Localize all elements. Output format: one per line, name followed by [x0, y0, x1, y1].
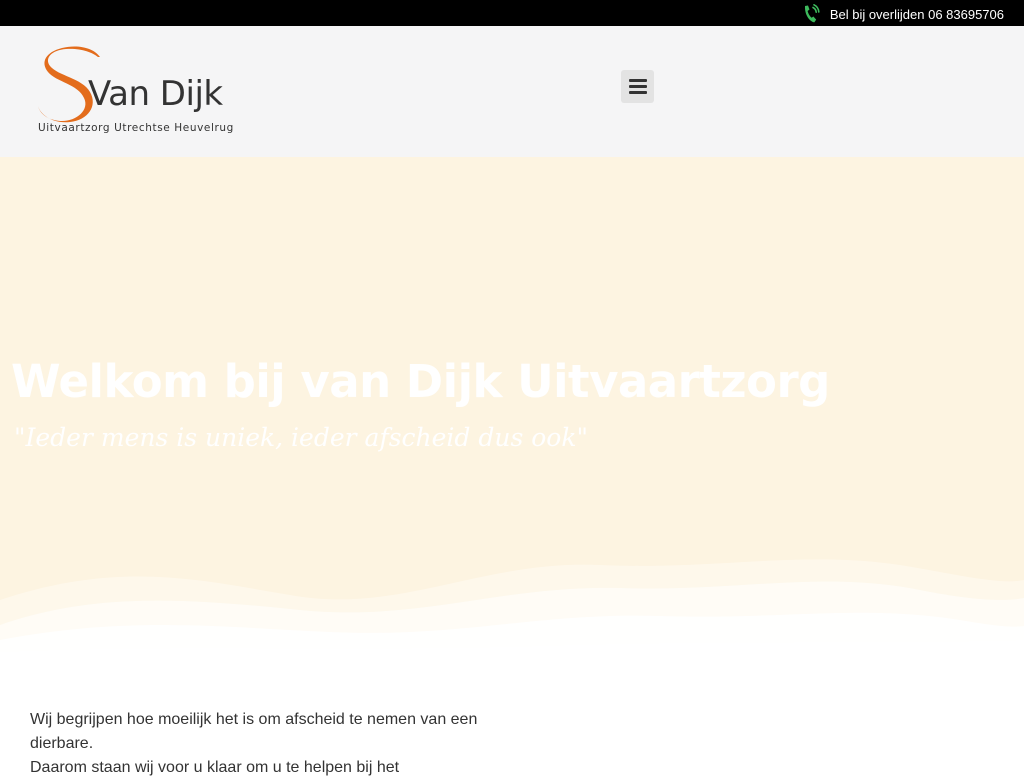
hamburger-menu-icon	[628, 79, 647, 82]
top-bar: Bel bij overlijden 06 83695706	[0, 0, 1024, 26]
site-header: Van Dijk Uitvaartzorg Utrechtse Heuvelru…	[0, 26, 1024, 157]
logo-name: Van Dijk	[88, 74, 223, 114]
phone-text: Bel bij overlijden 06 83695706	[829, 6, 1004, 22]
wave-divider	[0, 559, 1024, 660]
hero-title: Welkom bij van Dijk Uitvaartzorg	[11, 355, 830, 408]
intro-line: Wij begrijpen hoe moeilijk het is om afs…	[30, 711, 478, 752]
hero-quote: "Ieder mens is uniek, ieder afscheid dus…	[14, 423, 588, 452]
intro-text: Wij begrijpen hoe moeilijk het is om afs…	[30, 708, 500, 780]
intro-line: Daarom staan wij voor u klaar om u te he…	[30, 759, 400, 776]
logo-subtitle: Uitvaartzorg Utrechtse Heuvelrug	[38, 122, 234, 134]
hero-section: Welkom bij van Dijk Uitvaartzorg "Ieder …	[0, 157, 1024, 660]
menu-toggle-button[interactable]	[621, 70, 654, 103]
site-logo[interactable]: Van Dijk Uitvaartzorg Utrechtse Heuvelru…	[36, 44, 241, 140]
phone-ringing-icon	[804, 4, 820, 23]
emergency-phone-link[interactable]: Bel bij overlijden 06 83695706	[802, 4, 1004, 24]
